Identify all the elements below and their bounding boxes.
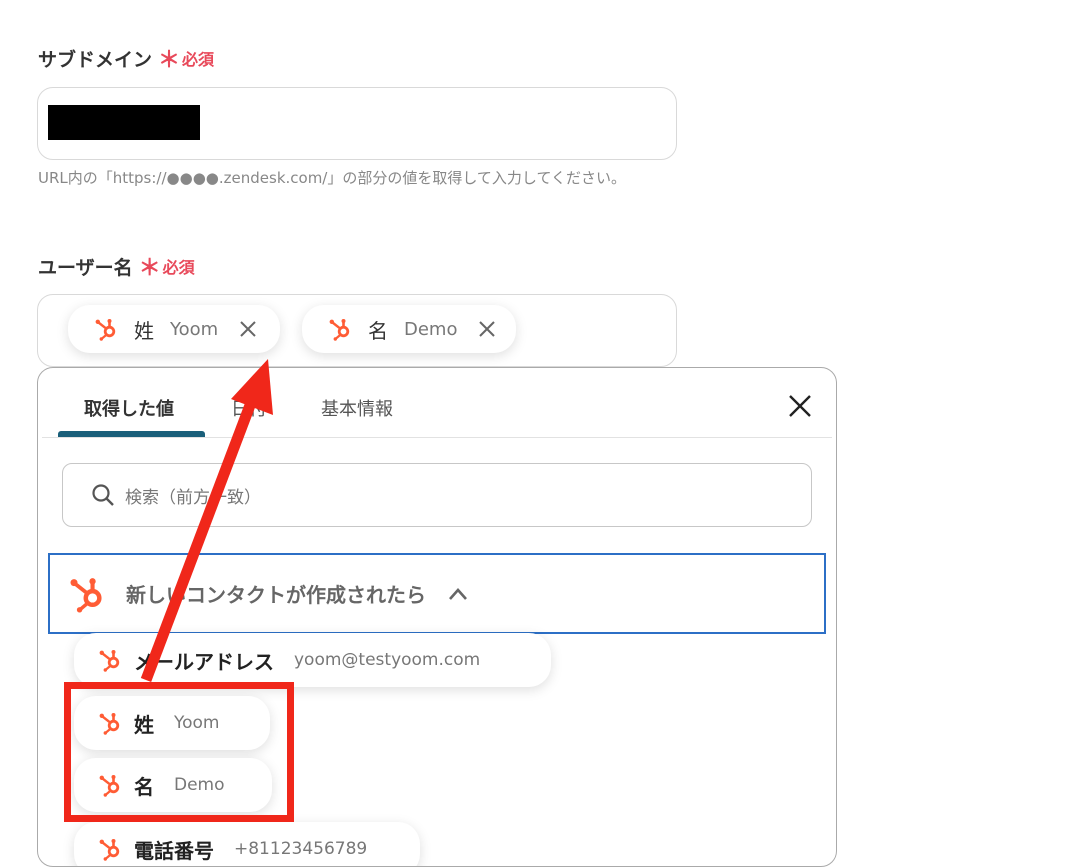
item-value: yoom@testyoom.com [294,650,481,670]
tab-retrieved-values[interactable]: 取得した値 [84,395,174,421]
username-label-row: ユーザー名 ＊ 必須 [38,250,195,282]
group-title: 新しいコンタクトが作成されたら [126,583,426,607]
search-input[interactable]: 検索（前方一致） [62,463,812,527]
annotation-highlight-box [64,682,294,822]
close-icon[interactable] [788,394,812,418]
chip-name: 名 [368,318,388,343]
chevron-up-icon[interactable] [448,587,468,601]
required-mark: ＊ [138,256,161,281]
tab-divider [42,437,832,438]
hubspot-icon [98,837,122,861]
required-text: 必須 [182,50,215,69]
item-name: 電話番号 [134,838,214,863]
chip-value: Demo [404,318,458,340]
subdomain-input[interactable] [37,87,677,160]
username-label: ユーザー名 [38,256,133,279]
search-placeholder: 検索（前方一致） [125,487,261,508]
item-value: +81123456789 [234,839,368,859]
list-item-email[interactable]: メールアドレス yoom@testyoom.com [74,633,551,687]
username-chip-last-name[interactable]: 姓 Yoom [68,305,280,353]
subdomain-hint: URL内の「https://●●●●.zendesk.com/」の部分の値を取得… [38,169,627,187]
list-item-phone[interactable]: 電話番号 +81123456789 [74,822,420,866]
chip-name: 姓 [134,318,154,343]
hubspot-icon [68,575,106,613]
hubspot-icon [328,317,352,341]
hubspot-icon [98,648,122,672]
hubspot-icon [94,317,118,341]
required-mark: ＊ [158,48,181,73]
search-icon [92,484,114,506]
subdomain-label: サブドメイン [38,48,153,71]
username-chip-first-name[interactable]: 名 Demo [302,305,516,353]
trigger-group-header[interactable]: 新しいコンタクトが作成されたら [48,553,826,634]
chip-value: Yoom [170,318,219,340]
remove-chip-icon[interactable] [477,319,497,339]
tab-basic-info[interactable]: 基本情報 [321,395,393,421]
tab-date[interactable]: 日付 [231,395,267,421]
required-text: 必須 [162,258,195,277]
remove-chip-icon[interactable] [238,319,258,339]
item-name: メールアドレス [134,649,274,674]
redacted-value [48,105,200,140]
subdomain-label-row: サブドメイン ＊ 必須 [38,42,214,74]
